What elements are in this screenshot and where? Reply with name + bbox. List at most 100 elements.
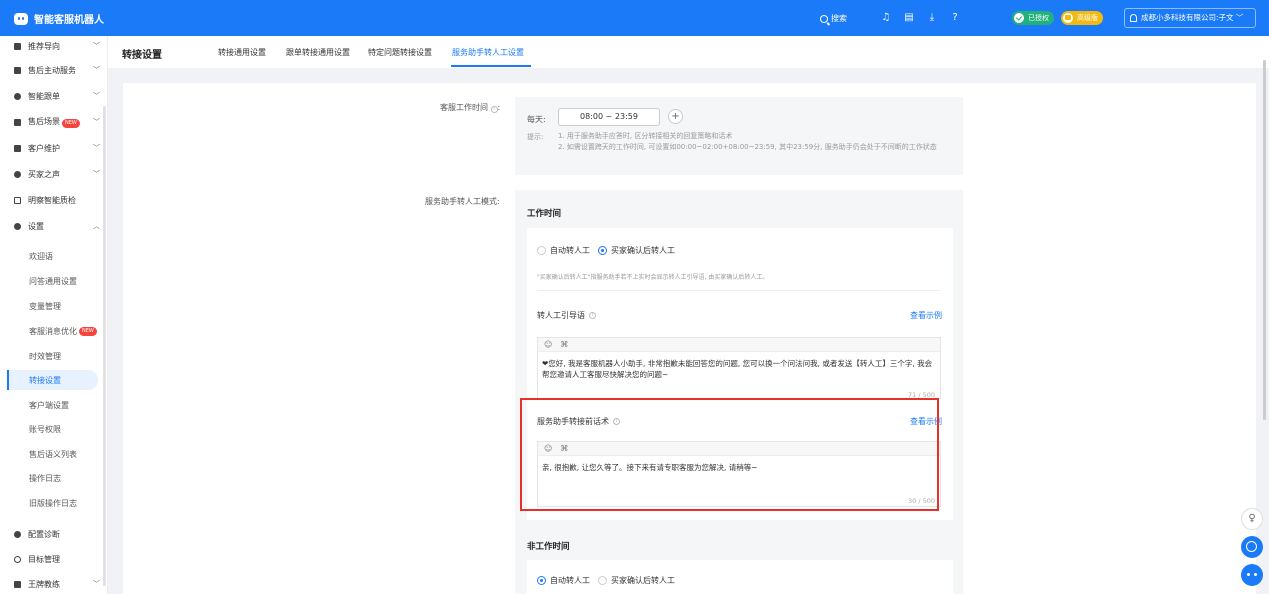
sidebar-item-customer-care[interactable]: 客户维护 ﹀	[0, 138, 108, 158]
sidebar-sub-welcome[interactable]: 欢迎语	[7, 246, 98, 266]
coach-icon	[14, 580, 21, 588]
tab-assistant-transfer[interactable]: 服务助手转人工设置	[452, 47, 524, 58]
app-title: 智能客服机器人	[34, 15, 104, 26]
tip-label: 提示:	[527, 133, 544, 141]
sidebar-sub-old-log[interactable]: 旧版操作日志	[7, 493, 98, 513]
quality-icon	[14, 196, 21, 204]
sidebar-item-label: 明察智能质检	[28, 195, 76, 205]
company-dropdown[interactable]: 成都小多科技有限公司:子文 ﹀	[1124, 8, 1256, 28]
app-logo[interactable]: 智能客服机器人	[14, 11, 104, 26]
sidebar-item-after-sale-scene[interactable]: 售后场景 NEW ﹀	[0, 112, 108, 132]
add-time-button[interactable]: +	[668, 109, 683, 124]
sidebar-item-label: 推荐导向	[28, 41, 60, 51]
sidebar-sub-label: 欢迎语	[29, 251, 53, 261]
highlight-box	[520, 398, 939, 511]
sidebar-item-buyer-voice[interactable]: 买家之声 ﹀	[0, 164, 108, 184]
view-example-link[interactable]: 查看示例	[910, 310, 942, 321]
service-icon	[14, 66, 21, 74]
sidebar-sub-label: 时效管理	[29, 351, 61, 361]
work-mode-radio-group: 自动转人工 买家确认后转人工	[537, 245, 675, 256]
sidebar-item-after-sale-service[interactable]: 售后主动服务 ﹀	[0, 60, 108, 80]
sidebar-sub-label: 旧版操作日志	[29, 498, 77, 508]
divider	[537, 290, 941, 291]
chevron-down-icon: ﹀	[93, 66, 100, 74]
variable-icon[interactable]: ⌘	[560, 340, 568, 349]
gear-icon	[14, 222, 21, 230]
crown-icon	[1063, 13, 1073, 23]
chevron-down-icon: ﹀	[93, 580, 100, 588]
sidebar-item-label: 售后主动服务	[28, 65, 76, 75]
time-range-picker[interactable]: 08:00 ~ 23:59	[558, 108, 660, 126]
tip-line-1: 1. 用于服务助手应答时, 区分转接相关的回复策略和话术	[558, 132, 733, 140]
sidebar-sub-label: 客服消息优化	[29, 326, 77, 336]
guide-text[interactable]: ❤您好, 我是客服机器人小助手, 非常抱歉未能回答您的问题, 您可以换一个问法问…	[542, 358, 936, 380]
company-name: 成都小多科技有限公司:子文	[1141, 13, 1234, 22]
sidebar-sub-transfer-settings[interactable]: 转接设置	[7, 370, 98, 390]
new-badge: NEW	[62, 119, 80, 128]
pro-label: 高级版	[1077, 14, 1098, 22]
robot-assistant-icon[interactable]	[1241, 564, 1263, 586]
sidebar-sub-label: 变量管理	[29, 301, 61, 311]
emoji-icon[interactable]: ☺	[544, 340, 552, 349]
voice-icon	[14, 170, 21, 178]
radio-auto-transfer[interactable]	[537, 246, 546, 255]
sidebar-sub-message-optimize[interactable]: 客服消息优化 NEW	[7, 321, 98, 341]
radio-auto-transfer-nonwork[interactable]	[537, 576, 546, 585]
sidebar-item-smart-follow[interactable]: 智能跟单 ﹀	[0, 86, 108, 106]
every-day-label: 每天:	[527, 115, 546, 124]
chevron-down-icon: ﹀	[93, 170, 100, 178]
tabs-bar: 转接设置 转接通用设置 跟单转接通用设置 特定问题转接设置 服务助手转人工设置	[108, 36, 1269, 68]
sidebar-item-diagnosis[interactable]: 配置诊断	[0, 524, 108, 544]
guide-label: 转人工引导语 i	[537, 310, 596, 321]
sidebar-item-recommend[interactable]: 推荐导向 ﹀	[0, 36, 108, 56]
sidebar-sub-semantic-list[interactable]: 售后语义列表	[7, 444, 98, 464]
page-scrollbar[interactable]	[1263, 60, 1266, 420]
new-badge: NEW	[79, 326, 97, 336]
sidebar-item-settings[interactable]: 设置 ︿	[0, 216, 108, 236]
sidebar-sub-operation-log[interactable]: 操作日志	[7, 468, 98, 488]
sidebar-scrollbar[interactable]	[103, 106, 106, 586]
radio-confirm-transfer[interactable]	[598, 246, 607, 255]
sidebar-sub-label: 转接设置	[29, 375, 61, 385]
document-icon[interactable]: ▤	[903, 12, 915, 24]
sidebar-item-target[interactable]: 目标管理	[0, 549, 108, 569]
pro-badge: 高级版	[1061, 11, 1103, 25]
sidebar-item-label: 售后场景	[28, 117, 60, 126]
chat-icon[interactable]	[1241, 536, 1263, 558]
sidebar-sub-label: 售后语义列表	[29, 449, 77, 459]
search-button[interactable]: 搜索	[820, 13, 847, 24]
tab-specific-question[interactable]: 特定问题转接设置	[368, 47, 432, 58]
radio-confirm-transfer-nonwork[interactable]	[598, 576, 607, 585]
work-time-label: 客服工作时间 i:	[440, 103, 501, 113]
tab-transfer-general[interactable]: 转接通用设置	[218, 47, 266, 58]
editor-toolbar: ☺ ⌘	[538, 338, 940, 352]
chevron-down-icon: ﹀	[1235, 13, 1244, 22]
guide-editor[interactable]: ☺ ⌘ ❤您好, 我是客服机器人小助手, 非常抱歉未能回答您的问题, 您可以换一个…	[537, 337, 941, 399]
chevron-down-icon: ﹀	[93, 144, 100, 152]
chevron-down-icon: ﹀	[93, 118, 100, 126]
bell-icon[interactable]: ♫	[880, 12, 892, 24]
tab-follow-transfer[interactable]: 跟单转接通用设置	[286, 47, 350, 58]
mode-note: "买家确认后转人工"指服务助手若不上实时会显示转人工引导语, 由买家确认后转人工…	[537, 274, 769, 281]
sidebar-sub-label: 问答通用设置	[29, 276, 77, 286]
sidebar-item-coach[interactable]: 王牌教练 ﹀	[0, 574, 108, 594]
page-title: 转接设置	[122, 50, 162, 61]
sidebar-sub-timeliness[interactable]: 时效管理	[7, 346, 98, 366]
sidebar-item-quality-check[interactable]: 明察智能质检	[0, 190, 108, 210]
radio-auto-label: 自动转人工	[550, 246, 590, 255]
sidebar-sub-variables[interactable]: 变量管理	[7, 296, 98, 316]
download-icon[interactable]: ⤓	[926, 12, 938, 24]
search-label: 搜索	[831, 14, 847, 23]
check-icon	[1014, 13, 1024, 23]
lightbulb-icon[interactable]: ♀	[1241, 508, 1263, 530]
sidebar-sub-client-settings[interactable]: 客户端设置	[7, 395, 98, 415]
info-icon[interactable]: i	[490, 106, 498, 113]
chevron-down-icon: ﹀	[93, 92, 100, 100]
sidebar-sub-qa-settings[interactable]: 问答通用设置	[7, 271, 98, 291]
sidebar-sub-permissions[interactable]: 账号权限	[7, 419, 98, 439]
non-work-section-title: 非工作时间	[527, 542, 570, 552]
radio-confirm-label: 买家确认后转人工	[611, 246, 675, 255]
help-icon[interactable]: ?	[949, 12, 961, 24]
customer-icon	[14, 144, 21, 152]
info-icon[interactable]: i	[589, 312, 596, 319]
